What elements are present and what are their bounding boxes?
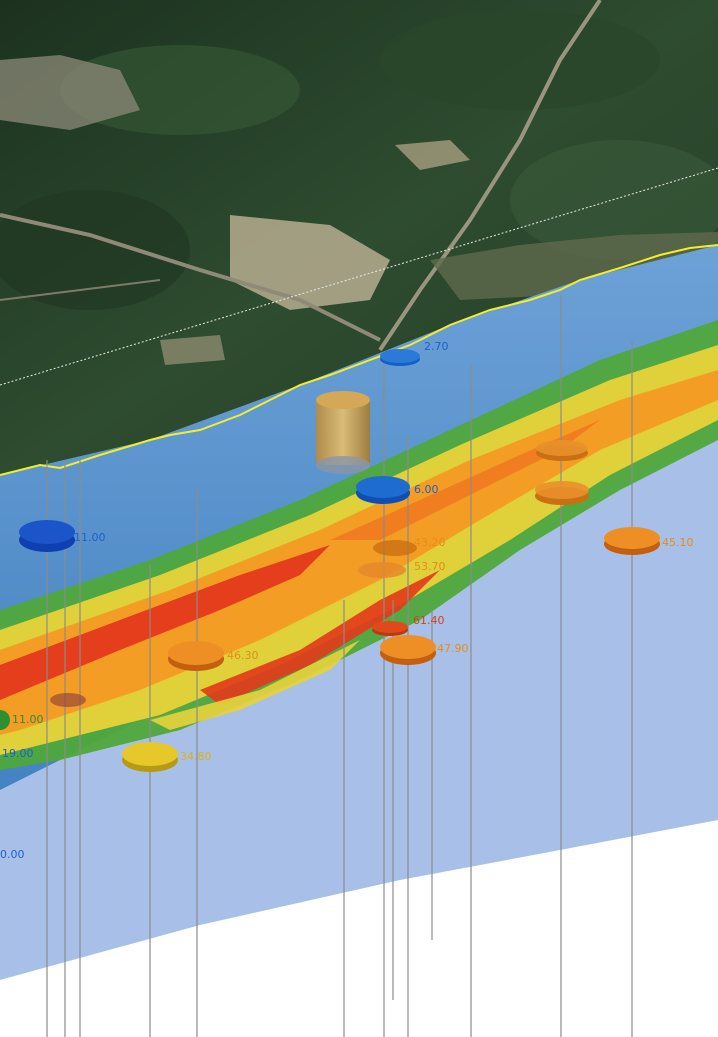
marker-disc <box>604 527 660 555</box>
marker-label: 11.00 <box>12 713 44 726</box>
marker-disc <box>536 440 588 461</box>
marker-disc <box>372 621 408 636</box>
marker-disc <box>356 476 410 504</box>
marker-label: 46.30 <box>227 649 259 662</box>
marker-label: 61.40 <box>413 614 445 627</box>
marker-label: 2.70 <box>424 340 449 353</box>
marker-disc <box>19 520 75 552</box>
marker-disc <box>122 742 178 772</box>
marker-label: 19.00 <box>2 747 34 760</box>
marker-label: 0.00 <box>0 848 25 861</box>
geologic-3d-scene[interactable] <box>0 0 718 1037</box>
marker-label: 53.70 <box>414 560 446 573</box>
marker-disc <box>380 349 420 366</box>
marker-label: 34.80 <box>180 750 212 763</box>
cylinder-tank-marker <box>316 391 370 474</box>
marker-label: 43.20 <box>414 536 446 549</box>
marker-label: 45.10 <box>662 536 694 549</box>
marker-disc <box>535 481 589 505</box>
marker-disc <box>380 635 436 665</box>
marker-disc <box>50 693 86 707</box>
marker-disc <box>168 641 224 671</box>
marker-label: 47.90 <box>437 642 469 655</box>
map-3d-view[interactable]: 2.70 6.00 11.00 43.20 53.70 45.10 46.30 … <box>0 0 718 1037</box>
marker-label: 11.00 <box>74 531 106 544</box>
marker-label: 6.00 <box>414 483 439 496</box>
